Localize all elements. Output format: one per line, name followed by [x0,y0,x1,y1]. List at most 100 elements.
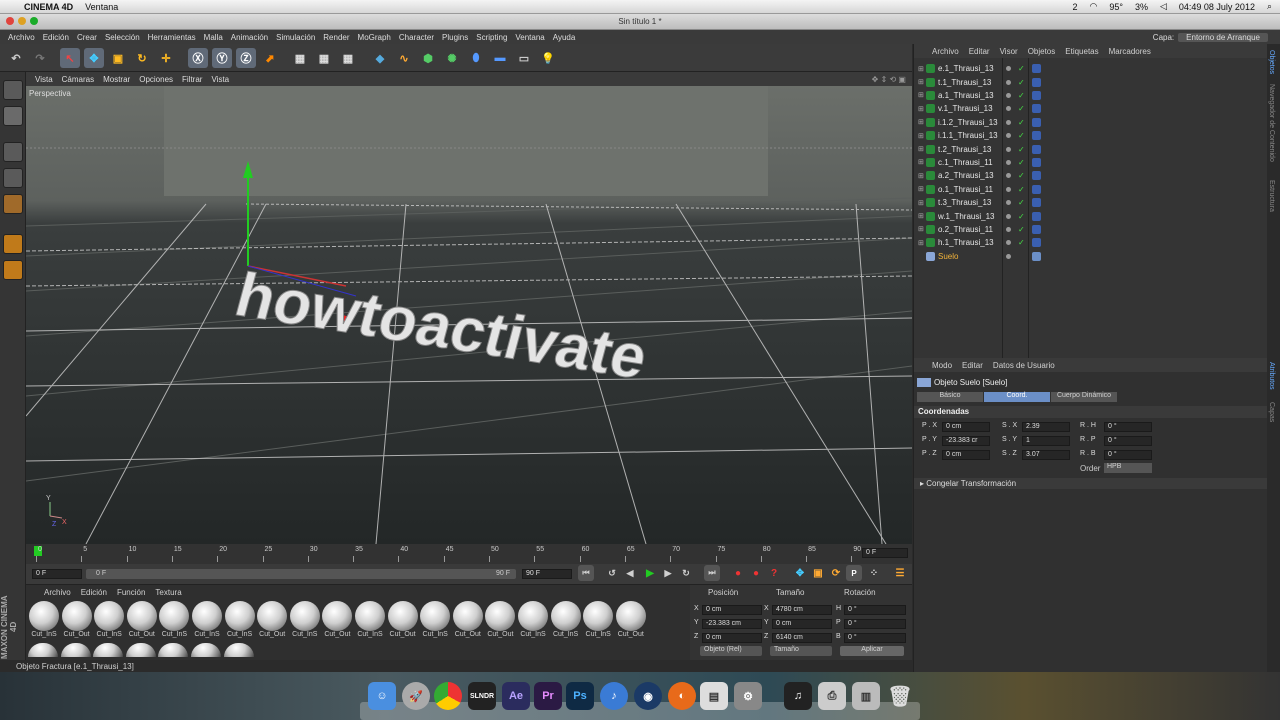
coord-size-field[interactable]: 6140 cm [772,633,832,643]
cube-icon[interactable]: ◆ [370,48,390,68]
object-name[interactable]: c.1_Thrausi_11 [938,158,993,167]
points-mode-icon[interactable] [3,142,23,162]
visibility-dot[interactable] [1006,240,1011,246]
redo-icon[interactable]: ↷ [30,48,50,68]
object-row[interactable]: ⊞ o.1_Thrausi_11 ✓ [914,183,1268,196]
material-swatch[interactable] [191,643,221,657]
menu-item[interactable]: Plugins [442,33,468,42]
enabled-check-icon[interactable]: ✓ [1018,91,1025,100]
visibility-dot[interactable] [1006,79,1011,85]
object-row[interactable]: ⊞ a.2_Thrausi_13 ✓ [914,169,1268,182]
tag-icon[interactable] [1032,184,1041,194]
coord-rot-field[interactable]: 0 ° [844,619,906,629]
visibility-dot[interactable] [1006,226,1011,232]
object-name[interactable]: v.1_Thrausi_13 [938,104,993,113]
attr-menu-item[interactable]: Datos de Usuario [993,361,1055,370]
material-swatch[interactable] [485,601,516,631]
object-row[interactable]: ⊞ h.1_Thrausi_13 ✓ [914,236,1268,249]
wifi-icon[interactable]: ◠ [1089,1,1097,12]
tag-icon[interactable] [1032,238,1041,248]
menu-item[interactable]: Malla [204,33,223,42]
move-tool-icon[interactable]: ✥ [84,48,104,68]
tag-icon[interactable] [1032,104,1041,114]
enabled-check-icon[interactable]: ✓ [1018,158,1025,167]
enabled-check-icon[interactable]: ✓ [1018,145,1025,154]
nurbs-icon[interactable]: ⬢ [418,48,438,68]
search-icon[interactable]: ⌕ [1267,1,1272,12]
material-swatch[interactable] [158,643,189,657]
temperature-readout[interactable]: 95° [1109,2,1123,12]
record-icon[interactable]: ● [730,565,746,581]
attr-r_val-field[interactable]: 0 ° [1104,450,1152,460]
coord-pos-field[interactable]: -23.383 cm [702,619,762,629]
coord-size-field[interactable]: 4780 cm [772,605,832,615]
object-name[interactable]: o.2_Thrausi_11 [938,225,993,234]
material-menu-item[interactable]: Archivo [44,588,71,597]
object-row[interactable]: ⊞ v.1_Thrausi_13 ✓ [914,102,1268,115]
viewport-menu-item[interactable]: Cámaras [62,75,94,84]
material-swatch[interactable] [355,601,385,631]
status-indicator[interactable]: 2 [1072,2,1077,12]
object-name[interactable]: o.1_Thrausi_11 [938,185,993,194]
enabled-check-icon[interactable]: ✓ [1018,225,1025,234]
menu-item[interactable]: Herramientas [148,33,196,42]
object-row[interactable]: ⊞ i.1.1_Thrausi_13 ✓ [914,129,1268,142]
object-name[interactable]: e.1_Thrausi_13 [938,64,994,73]
polygons-mode-icon[interactable] [3,194,23,214]
object-row[interactable]: ⊞ t.1_Thrausi_13 ✓ [914,75,1268,88]
tag-icon[interactable] [1032,117,1041,127]
object-name[interactable]: w.1_Thrausi_13 [938,212,994,221]
camera-icon[interactable]: ▭ [514,48,534,68]
order-select[interactable]: HPB [1104,463,1152,473]
viewport-menu-item[interactable]: Vista [211,75,229,84]
menu-item[interactable]: Scripting [476,33,507,42]
viewport-nav-icon[interactable]: ✥ ⇕ ⟲ ▣ [872,75,906,84]
axis-mode-icon[interactable] [3,234,23,254]
visibility-dot[interactable] [1006,200,1011,206]
object-name[interactable]: t.3_Thrausi_13 [938,198,991,207]
tag-icon[interactable] [1032,198,1041,208]
render-settings-icon[interactable]: ▦ [338,48,358,68]
render-picture-icon[interactable]: ▦ [314,48,334,68]
attr-menu-item[interactable]: Modo [932,361,952,370]
attr-r_val-field[interactable]: 0 ° [1104,436,1152,446]
logic-icon[interactable]: ♫ [784,682,812,710]
chrome-icon[interactable] [434,682,462,710]
material-swatch[interactable] [94,601,125,631]
enabled-check-icon[interactable]: ✓ [1018,104,1025,113]
menu-item[interactable]: Character [399,33,434,42]
quicktime-icon[interactable]: ◉ [634,682,662,710]
spline-icon[interactable]: ∿ [394,48,414,68]
visibility-dot[interactable] [1006,159,1011,165]
go-end-icon[interactable]: ⏭ [704,565,720,581]
app-menu[interactable]: CINEMA 4D [24,2,73,12]
texture-mode-icon[interactable] [3,106,23,126]
render-view-icon[interactable]: ▦ [290,48,310,68]
object-row[interactable]: ⊞ o.2_Thrausi_11 ✓ [914,223,1268,236]
object-name[interactable]: a.2_Thrausi_13 [938,171,994,180]
menu-item[interactable]: Simulación [276,33,315,42]
object-row[interactable]: ⊞ e.1_Thrausi_13 ✓ [914,62,1268,75]
object-menu-item[interactable]: Objetos [1028,47,1056,56]
tag-icon[interactable] [1032,77,1041,87]
object-name[interactable]: t.1_Thrausi_13 [938,78,991,87]
viewport-menu-item[interactable]: Filtrar [182,75,202,84]
undo-icon[interactable]: ↶ [6,48,26,68]
transform-tool-icon[interactable]: ✛ [156,48,176,68]
enabled-check-icon[interactable]: ✓ [1018,64,1025,73]
material-swatch[interactable] [28,643,58,657]
z-axis-icon[interactable]: Ⓩ [236,48,256,68]
material-swatch[interactable] [452,601,483,631]
enabled-check-icon[interactable]: ✓ [1018,198,1025,207]
attr-menu-item[interactable]: Editar [962,361,983,370]
object-name[interactable]: Suelo [938,252,958,261]
key-param-icon[interactable]: P [846,565,862,581]
tag-icon[interactable] [1032,90,1041,100]
object-name[interactable]: i.1.2_Thrausi_13 [938,118,998,127]
material-swatch[interactable] [583,601,614,631]
visibility-dot[interactable] [1006,66,1011,72]
next-frame-icon[interactable]: ▶ [660,565,676,581]
visibility-dot[interactable] [1006,186,1011,192]
tag-icon[interactable] [1032,131,1041,141]
play-icon[interactable]: ▶ [642,565,658,581]
